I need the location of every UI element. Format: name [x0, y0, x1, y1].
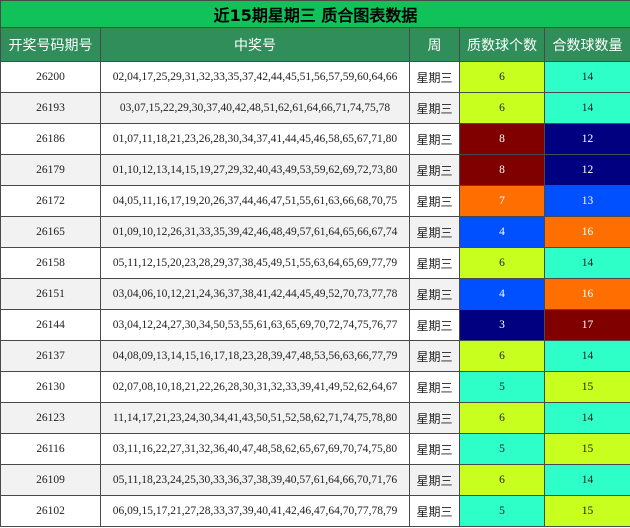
winning-numbers-cell: 05,11,12,15,20,23,28,29,37,38,45,49,51,5… — [100, 247, 410, 279]
table-row: 26116 03,11,16,22,27,31,32,36,40,47,48,58… — [0, 433, 630, 465]
header-composite-count: 合数球数量 — [544, 27, 630, 62]
table-row: 26130 02,07,08,10,18,21,22,26,28,30,31,32… — [0, 371, 630, 403]
table-row: 26123 11,14,17,21,23,24,30,34,41,43,50,51… — [0, 402, 630, 434]
winning-numbers-cell: 01,07,11,18,21,23,26,28,30,34,37,41,44,4… — [100, 123, 410, 155]
header-period: 开奖号码期号 — [0, 27, 101, 62]
winning-numbers-cell: 04,08,09,13,14,15,16,17,18,23,28,39,47,4… — [100, 340, 410, 372]
prime-count-cell: 6 — [459, 92, 545, 124]
table-row: 26200 02,04,17,25,29,31,32,33,35,37,42,44… — [0, 61, 630, 93]
period-cell: 26151 — [0, 278, 101, 310]
prime-count-cell: 6 — [459, 402, 545, 434]
header-prime-count: 质数球个数 — [459, 27, 545, 62]
table-row: 26172 04,05,11,16,17,19,20,26,37,44,46,47… — [0, 185, 630, 217]
winning-numbers-cell: 06,09,15,17,21,27,28,33,37,39,40,41,42,4… — [100, 495, 410, 527]
prime-count-cell: 6 — [459, 247, 545, 279]
winning-numbers-cell: 03,11,16,22,27,31,32,36,40,47,48,58,62,6… — [100, 433, 410, 465]
table-row: 26109 05,11,18,23,24,25,30,33,36,37,38,39… — [0, 464, 630, 496]
weekday-cell: 星期三 — [409, 371, 460, 403]
prime-count-cell: 5 — [459, 433, 545, 465]
period-cell: 26158 — [0, 247, 101, 279]
weekday-cell: 星期三 — [409, 123, 460, 155]
period-cell: 26144 — [0, 309, 101, 341]
winning-numbers-cell: 01,09,10,12,26,31,33,35,39,42,46,48,49,5… — [100, 216, 410, 248]
period-cell: 26130 — [0, 371, 101, 403]
period-cell: 26123 — [0, 402, 101, 434]
weekday-cell: 星期三 — [409, 340, 460, 372]
weekday-cell: 星期三 — [409, 309, 460, 341]
prime-count-cell: 8 — [459, 154, 545, 186]
winning-numbers-cell: 05,11,18,23,24,25,30,33,36,37,38,39,40,5… — [100, 464, 410, 496]
table-row: 26158 05,11,12,15,20,23,28,29,37,38,45,49… — [0, 247, 630, 279]
winning-numbers-cell: 03,07,15,22,29,30,37,40,42,48,51,62,61,6… — [100, 92, 410, 124]
composite-count-cell: 14 — [544, 464, 630, 496]
weekday-cell: 星期三 — [409, 61, 460, 93]
weekday-cell: 星期三 — [409, 495, 460, 527]
period-cell: 26116 — [0, 433, 101, 465]
weekday-cell: 星期三 — [409, 185, 460, 217]
table-row: 26151 03,04,06,10,12,21,24,36,37,38,41,42… — [0, 278, 630, 310]
composite-count-cell: 17 — [544, 309, 630, 341]
prime-count-cell: 5 — [459, 495, 545, 527]
period-cell: 26179 — [0, 154, 101, 186]
composite-count-cell: 14 — [544, 340, 630, 372]
table-row: 26165 01,09,10,12,26,31,33,35,39,42,46,48… — [0, 216, 630, 248]
period-cell: 26200 — [0, 61, 101, 93]
table-body: 26200 02,04,17,25,29,31,32,33,35,37,42,44… — [0, 61, 630, 527]
header-numbers: 中奖号 — [100, 27, 410, 62]
table-row: 26144 03,04,12,24,27,30,34,50,53,55,61,63… — [0, 309, 630, 341]
prime-count-cell: 7 — [459, 185, 545, 217]
table-row: 26186 01,07,11,18,21,23,26,28,30,34,37,41… — [0, 123, 630, 155]
table-row: 26179 01,10,12,13,14,15,19,27,29,32,40,43… — [0, 154, 630, 186]
prime-count-cell: 4 — [459, 278, 545, 310]
period-cell: 26186 — [0, 123, 101, 155]
period-cell: 26193 — [0, 92, 101, 124]
weekday-cell: 星期三 — [409, 154, 460, 186]
table-row: 26137 04,08,09,13,14,15,16,17,18,23,28,39… — [0, 340, 630, 372]
weekday-cell: 星期三 — [409, 464, 460, 496]
winning-numbers-cell: 02,04,17,25,29,31,32,33,35,37,42,44,45,5… — [100, 61, 410, 93]
winning-numbers-cell: 11,14,17,21,23,24,30,34,41,43,50,51,52,5… — [100, 402, 410, 434]
composite-count-cell: 14 — [544, 402, 630, 434]
weekday-cell: 星期三 — [409, 433, 460, 465]
weekday-cell: 星期三 — [409, 92, 460, 124]
composite-count-cell: 15 — [544, 433, 630, 465]
winning-numbers-cell: 04,05,11,16,17,19,20,26,37,44,46,47,51,5… — [100, 185, 410, 217]
prime-composite-table: 近15期星期三 质合图表数据 开奖号码期号 中奖号 周 质数球个数 合数球数量 … — [0, 0, 630, 527]
prime-count-cell: 4 — [459, 216, 545, 248]
composite-count-cell: 14 — [544, 61, 630, 93]
composite-count-cell: 13 — [544, 185, 630, 217]
weekday-cell: 星期三 — [409, 247, 460, 279]
prime-count-cell: 6 — [459, 61, 545, 93]
period-cell: 26172 — [0, 185, 101, 217]
winning-numbers-cell: 03,04,12,24,27,30,34,50,53,55,61,63,65,6… — [100, 309, 410, 341]
winning-numbers-cell: 03,04,06,10,12,21,24,36,37,38,41,42,44,4… — [100, 278, 410, 310]
composite-count-cell: 16 — [544, 216, 630, 248]
winning-numbers-cell: 01,10,12,13,14,15,19,27,29,32,40,43,49,5… — [100, 154, 410, 186]
composite-count-cell: 14 — [544, 92, 630, 124]
prime-count-cell: 8 — [459, 123, 545, 155]
composite-count-cell: 12 — [544, 123, 630, 155]
prime-count-cell: 5 — [459, 371, 545, 403]
composite-count-cell: 15 — [544, 371, 630, 403]
lottery-data-panel: 近15期星期三 质合图表数据 开奖号码期号 中奖号 周 质数球个数 合数球数量 … — [0, 0, 630, 528]
table-row: 26193 03,07,15,22,29,30,37,40,42,48,51,62… — [0, 92, 630, 124]
composite-count-cell: 14 — [544, 247, 630, 279]
composite-count-cell: 12 — [544, 154, 630, 186]
composite-count-cell: 16 — [544, 278, 630, 310]
weekday-cell: 星期三 — [409, 278, 460, 310]
period-cell: 26165 — [0, 216, 101, 248]
period-cell: 26109 — [0, 464, 101, 496]
period-cell: 26137 — [0, 340, 101, 372]
header-week: 周 — [409, 27, 460, 62]
prime-count-cell: 3 — [459, 309, 545, 341]
table-title: 近15期星期三 质合图表数据 — [0, 0, 630, 28]
table-row: 26102 06,09,15,17,21,27,28,33,37,39,40,41… — [0, 495, 630, 527]
prime-count-cell: 6 — [459, 340, 545, 372]
composite-count-cell: 15 — [544, 495, 630, 527]
winning-numbers-cell: 02,07,08,10,18,21,22,26,28,30,31,32,33,3… — [100, 371, 410, 403]
weekday-cell: 星期三 — [409, 216, 460, 248]
prime-count-cell: 6 — [459, 464, 545, 496]
period-cell: 26102 — [0, 495, 101, 527]
weekday-cell: 星期三 — [409, 402, 460, 434]
